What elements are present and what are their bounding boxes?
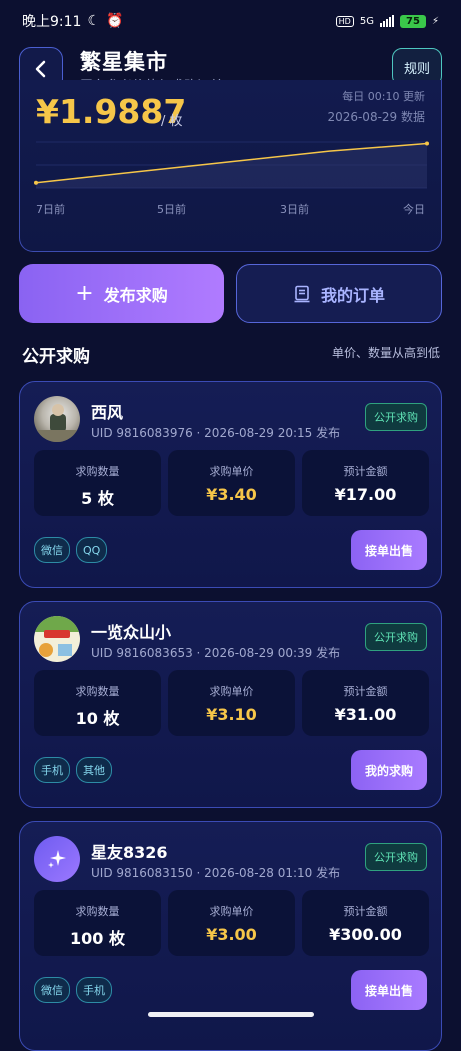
stat-value: ¥300.00: [329, 925, 402, 944]
action-row: + 发布求购 我的订单: [19, 264, 442, 324]
unit-price-stat: 求购单价 ¥3.40: [168, 450, 295, 516]
stat-value: ¥3.40: [206, 485, 257, 504]
avatar: [34, 616, 80, 662]
request-card: 一览众山小 UID 9816083653 · 2026-08-29 00:39 …: [19, 601, 442, 808]
x-tick-label: 5日前: [157, 203, 186, 216]
price-card: ¥1.9887 / 枚 每日 00:10 更新 2026-08-29 数据 7日…: [19, 80, 442, 252]
tag: QQ: [76, 537, 108, 563]
stat-value: 10 枚: [75, 709, 120, 728]
data-point: [425, 141, 429, 146]
quantity-stat: 求购数量 100 枚: [34, 890, 161, 956]
unit-price-stat: 求购单价 ¥3.00: [168, 890, 295, 956]
avatar-photo: [34, 616, 80, 657]
plus-icon: +: [75, 280, 94, 306]
hd-badge: HD: [335, 15, 354, 27]
x-tick-label: 今日: [403, 203, 425, 216]
network-label: 5G: [359, 15, 374, 27]
my-orders-label: 我的订单: [320, 285, 385, 305]
user-meta: UID 9816083653 · 2026-08-29 00:39 发布: [91, 646, 341, 660]
user-meta: UID 9816083976 · 2026-08-29 20:15 发布: [91, 426, 341, 440]
data-point: [34, 180, 38, 185]
user-name: 一览众山小: [91, 623, 172, 642]
tag: 微信: [34, 537, 70, 563]
x-tick-label: 3日前: [280, 203, 309, 216]
stat-label: 预计金额: [343, 905, 388, 918]
avatar: [34, 836, 80, 882]
stat-value: 5 枚: [81, 489, 114, 508]
page-title: 繁星集市: [80, 50, 168, 74]
status-badge: 公开求购: [365, 403, 427, 431]
tag: 手机: [34, 757, 70, 783]
total-stat: 预计金额 ¥17.00: [302, 450, 429, 516]
accept-order-button[interactable]: 接单出售: [351, 970, 427, 1010]
stat-label: 预计金额: [343, 465, 388, 478]
stat-value: ¥31.00: [334, 705, 397, 724]
quantity-stat: 求购数量 5 枚: [34, 450, 161, 516]
section-title: 公开求购: [22, 347, 90, 367]
stat-value: ¥3.00: [206, 925, 257, 944]
tag-list: 手机 其他: [34, 757, 112, 783]
stat-value: ¥17.00: [334, 485, 397, 504]
home-indicator: [148, 1012, 314, 1017]
stat-label: 求购数量: [75, 685, 120, 698]
accept-order-button[interactable]: 接单出售: [351, 530, 427, 570]
publish-request-label: 发布求购: [103, 285, 168, 305]
signal-icon: [379, 15, 394, 27]
publish-request-button[interactable]: + 发布求购: [19, 264, 224, 323]
sparkle-icon: [48, 850, 66, 868]
my-request-button[interactable]: 我的求购: [351, 750, 427, 790]
unit-price-stat: 求购单价 ¥3.10: [168, 670, 295, 736]
stat-label: 预计金额: [343, 685, 388, 698]
battery-level: 75: [399, 14, 426, 28]
stat-label: 求购数量: [75, 905, 120, 918]
user-name: 星友8326: [91, 843, 168, 862]
total-stat: 预计金额 ¥300.00: [302, 890, 429, 956]
stat-value: ¥3.10: [206, 705, 257, 724]
avatar-photo: [34, 404, 80, 442]
alarm-icon: ⏰: [106, 13, 124, 29]
request-card: 西风 UID 9816083976 · 2026-08-29 20:15 发布 …: [19, 381, 442, 588]
user-name: 西风: [91, 403, 124, 422]
status-badge: 公开求购: [365, 843, 427, 871]
total-stat: 预计金额 ¥31.00: [302, 670, 429, 736]
stat-label: 求购单价: [209, 465, 254, 478]
my-orders-button[interactable]: 我的订单: [236, 264, 442, 323]
user-meta: UID 9816083150 · 2026-08-28 01:10 发布: [91, 866, 341, 880]
tag: 手机: [76, 977, 112, 1003]
price-trend-chart: [34, 141, 429, 189]
moon-icon: ☾: [87, 13, 101, 29]
avatar: [34, 396, 80, 442]
tag: 微信: [34, 977, 70, 1003]
status-bar: 晚上9:11 ☾ ⏰ HD 5G 75 ⚡: [0, 0, 461, 42]
chevron-left-icon: [35, 60, 46, 78]
x-tick-label: 7日前: [36, 203, 65, 216]
status-time: 晚上9:11: [22, 14, 82, 30]
quantity-stat: 求购数量 10 枚: [34, 670, 161, 736]
charging-icon: ⚡: [431, 15, 439, 27]
stat-label: 求购单价: [209, 685, 254, 698]
tag-list: 微信 QQ: [34, 537, 108, 563]
sort-note: 单价、数量从高到低: [331, 346, 440, 360]
tag: 其他: [76, 757, 112, 783]
tag-list: 微信 手机: [34, 977, 112, 1003]
receipt-icon: [294, 285, 310, 302]
status-badge: 公开求购: [365, 623, 427, 651]
chart-area: [36, 143, 427, 188]
stat-value: 100 枚: [70, 929, 125, 948]
stat-label: 求购单价: [209, 905, 254, 918]
stat-label: 求购数量: [75, 465, 120, 478]
